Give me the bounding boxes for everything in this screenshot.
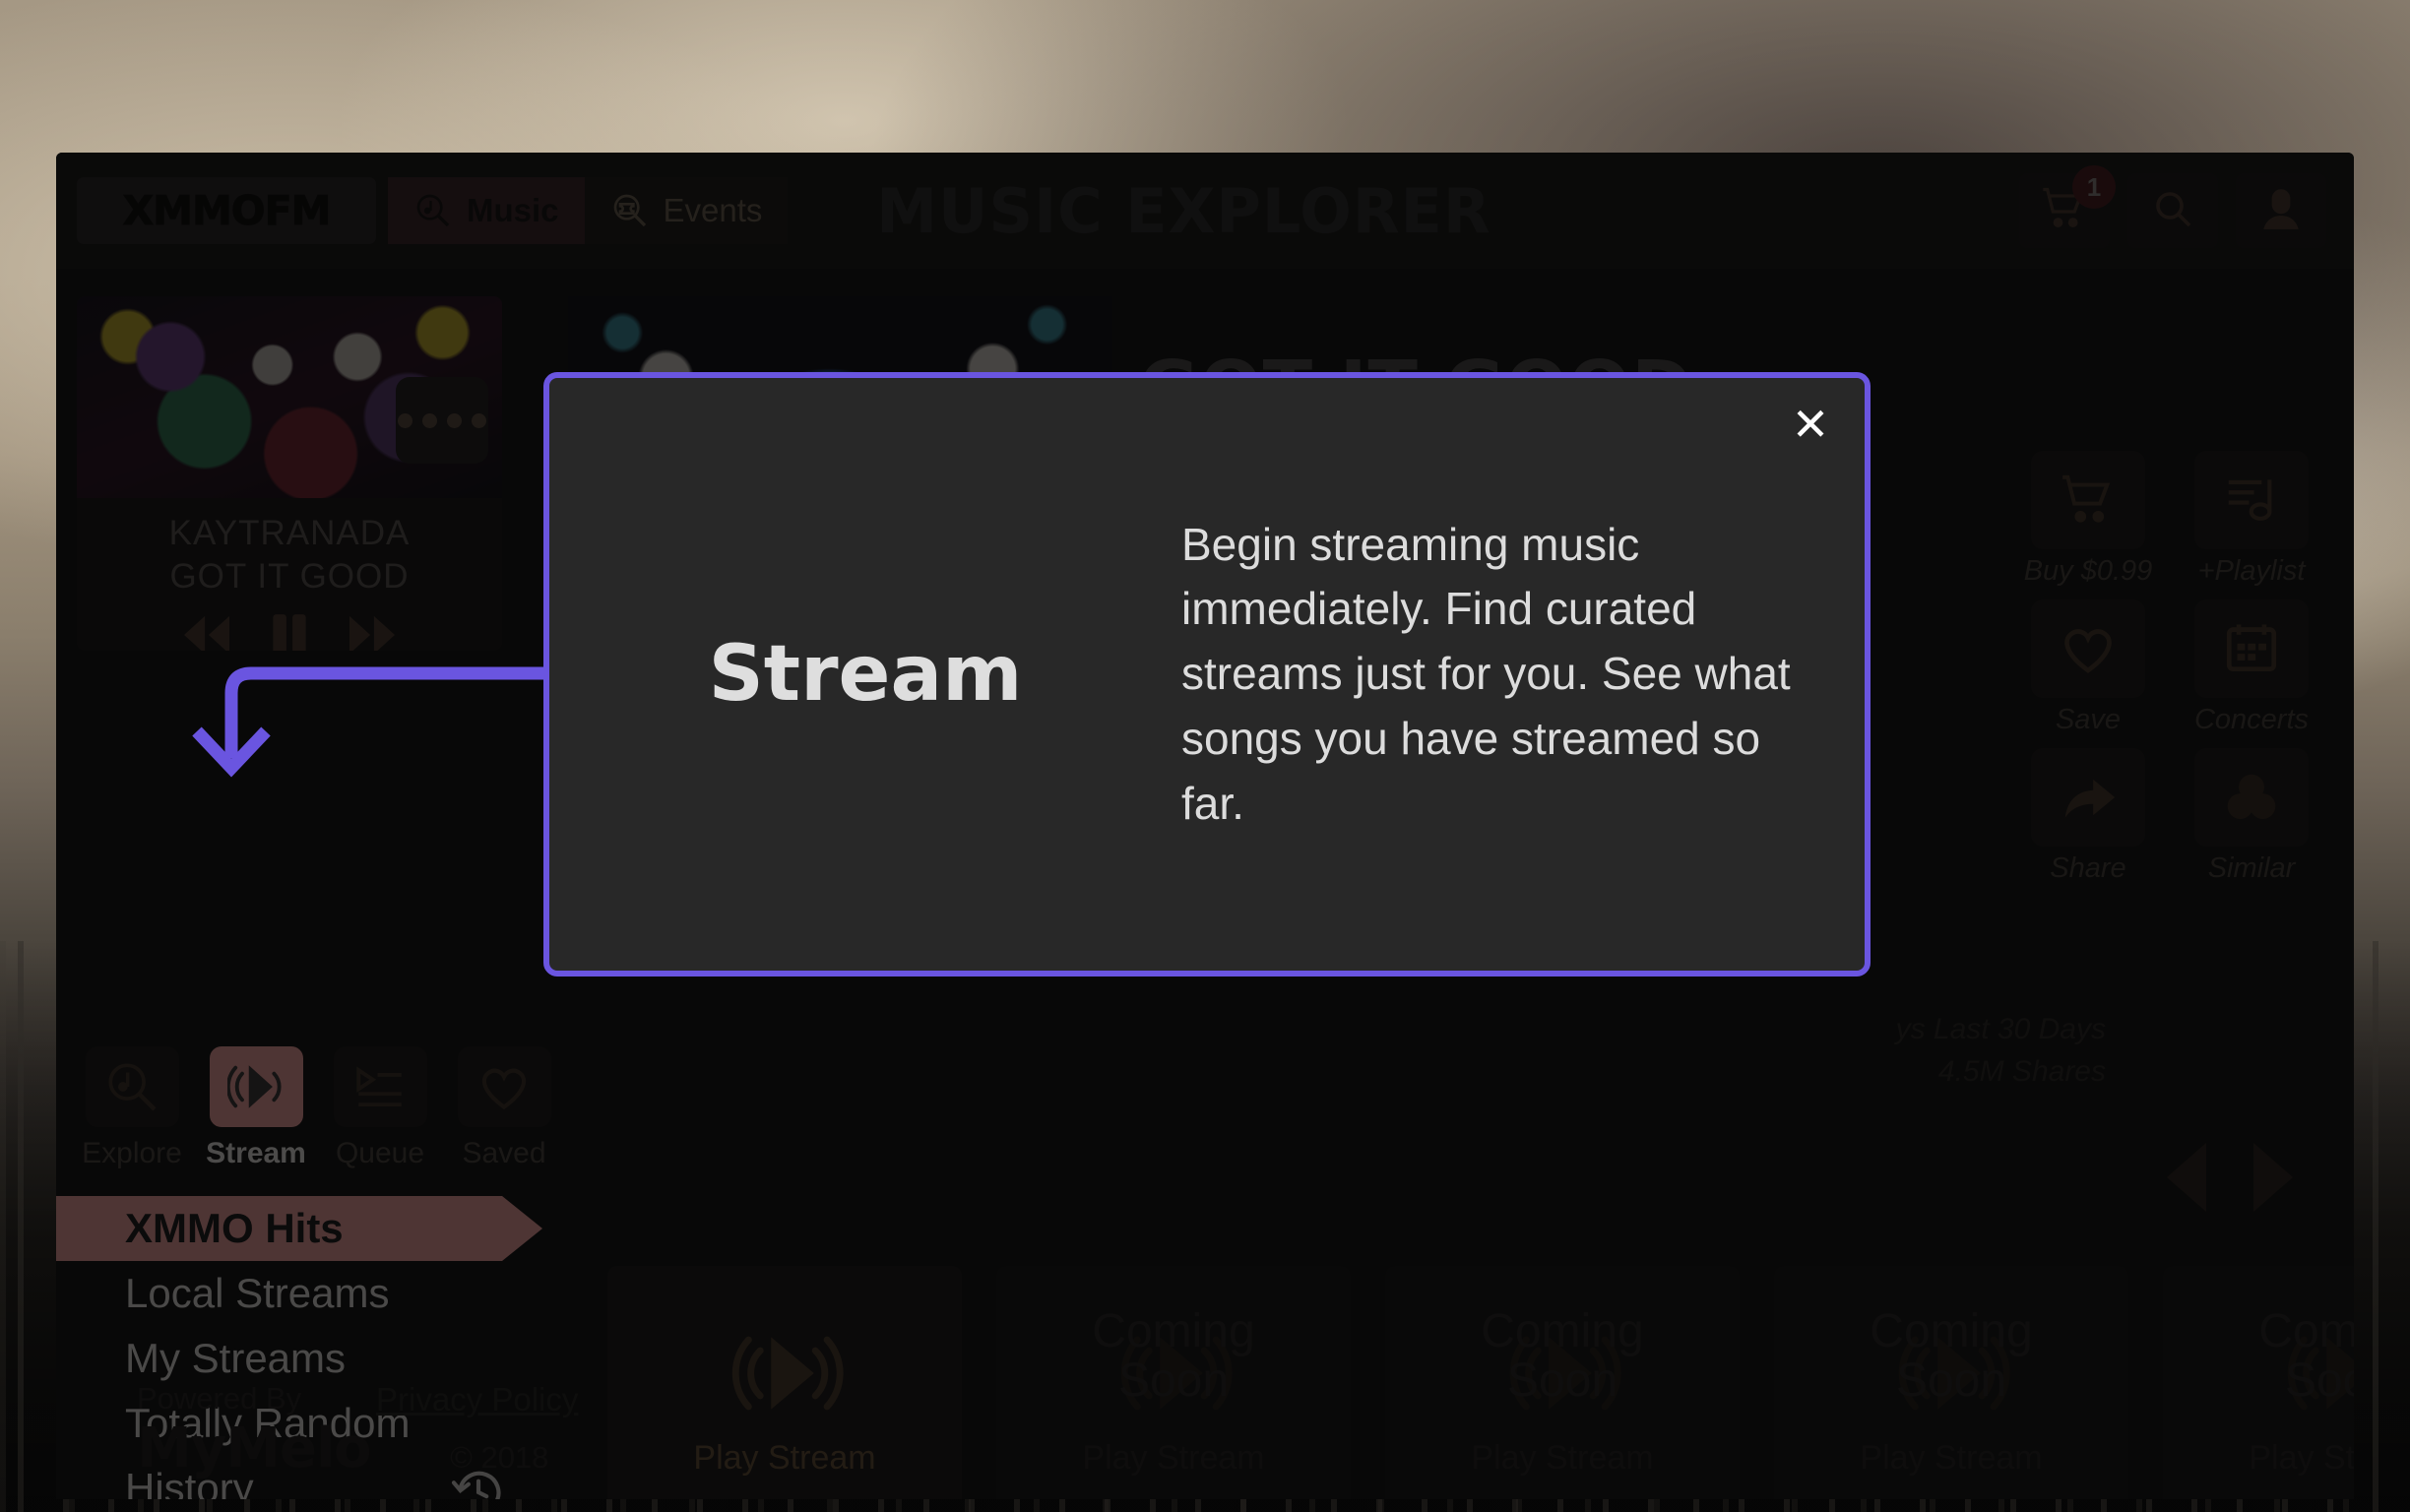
previous-track-icon[interactable] [178, 612, 235, 651]
mymelo-logo: MyMelo [137, 1417, 372, 1480]
shopping-cart-icon [2031, 451, 2145, 549]
pause-icon[interactable] [265, 610, 314, 651]
tab-music-label: Music [467, 192, 559, 228]
stream-broadcast-icon [209, 1046, 303, 1127]
add-to-playlist-icon [2194, 451, 2309, 549]
copyright-label: © 2018 [450, 1440, 549, 1475]
ticket-search-icon [610, 191, 650, 230]
similar-artists-icon [2194, 748, 2309, 847]
action-buy[interactable]: Buy $0.99 [2015, 451, 2161, 588]
album-art [77, 296, 502, 498]
logo-text: XMMOFM [122, 187, 332, 235]
account-button[interactable] [2236, 173, 2326, 248]
sidebar-item-saved[interactable]: Saved [450, 1046, 558, 1170]
menu-item-local-streams[interactable]: Local Streams [56, 1261, 568, 1326]
header-actions: 1 [2019, 165, 2326, 248]
sidebar-item-stream[interactable]: Stream [202, 1046, 310, 1170]
close-icon[interactable]: ✕ [1782, 396, 1839, 453]
action-label: +Playlist [2197, 555, 2306, 587]
action-share[interactable]: Share [2015, 748, 2161, 885]
stream-info-modal: ✕ Stream Begin streaming music immediate… [543, 372, 1871, 976]
xmmofm-logo[interactable]: XMMOFM [77, 177, 376, 244]
player-track: GOT IT GOOD [169, 557, 410, 596]
stat-plays: ys Last 30 Days [1895, 1013, 2106, 1045]
modal-body-text: Begin streaming music immediately. Find … [1181, 518, 1791, 829]
heart-icon [2031, 599, 2145, 698]
tab-events[interactable]: Events [584, 177, 789, 244]
cart-button[interactable]: 1 [2019, 165, 2116, 248]
music-search-icon [413, 191, 453, 230]
sidebar-item-label: Saved [462, 1137, 546, 1169]
privacy-policy-link[interactable]: Privacy Policy [376, 1381, 578, 1418]
share-arrow-icon [2031, 748, 2145, 847]
calendar-icon [2194, 599, 2309, 698]
action-add-playlist[interactable]: +Playlist [2179, 451, 2324, 588]
sidebar-item-queue[interactable]: Queue [326, 1046, 434, 1170]
powered-by-label: Powered By [137, 1381, 302, 1416]
app-header: XMMOFM Music Events MUSIC EXPLORER 1 [56, 153, 2354, 269]
action-similar[interactable]: Similar [2179, 748, 2324, 885]
tab-events-label: Events [663, 192, 763, 228]
heart-icon [457, 1046, 551, 1127]
sidebar-item-label: Stream [206, 1137, 306, 1169]
sidebar-item-label: Queue [335, 1137, 425, 1169]
track-actions: Buy $0.99 +Playlist Save Concerts Share … [2015, 451, 2324, 885]
action-label: Share [2050, 852, 2126, 884]
stat-shares: 4.5M Shares [1937, 1054, 2106, 1088]
menu-item-label: Local Streams [125, 1270, 390, 1316]
stream-nav-icons: Explore Stream Queue Saved [78, 1046, 558, 1170]
sidebar-item-label: Explore [82, 1137, 182, 1169]
player-controls [77, 610, 502, 651]
player-artist: KAYTRANADA [168, 514, 411, 552]
track-stats: ys Last 30 Days 4.5M Shares [1896, 1009, 2106, 1093]
action-label: Similar [2207, 852, 2296, 884]
cart-badge: 1 [2072, 165, 2116, 209]
search-icon [2149, 185, 2196, 237]
modal-title: Stream [708, 630, 1023, 719]
action-label: Concerts [2193, 704, 2310, 735]
menu-item-label: XMMO Hits [125, 1205, 344, 1251]
tab-music[interactable]: Music [388, 177, 585, 244]
carousel-arrows [2167, 1143, 2293, 1212]
action-label: Save [2055, 704, 2122, 735]
sidebar-item-explore[interactable]: Explore [78, 1046, 186, 1170]
music-search-icon [85, 1046, 179, 1127]
page-title: MUSIC EXPLORER [876, 174, 1491, 247]
carousel-right-arrow-icon[interactable] [2253, 1143, 2293, 1212]
app-footer: Powered By MyMelo Privacy Policy © 2018 [56, 1361, 2354, 1499]
action-label: Buy $0.99 [2023, 555, 2153, 587]
menu-item-xmmo-hits[interactable]: XMMO Hits [56, 1196, 542, 1261]
queue-list-icon [333, 1046, 427, 1127]
more-options-icon[interactable] [396, 377, 488, 464]
user-avatar-icon [2256, 184, 2306, 238]
action-save[interactable]: Save [2015, 599, 2161, 736]
action-concerts[interactable]: Concerts [2179, 599, 2324, 736]
search-button[interactable] [2127, 173, 2218, 248]
now-playing-card[interactable]: KAYTRANADA GOT IT GOOD [77, 296, 502, 651]
carousel-left-arrow-icon[interactable] [2167, 1143, 2206, 1212]
next-track-icon[interactable] [344, 612, 401, 651]
